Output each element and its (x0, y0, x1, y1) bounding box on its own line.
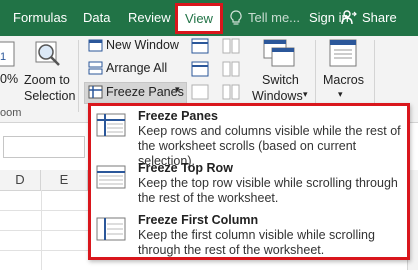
arrange-all-button[interactable]: Arrange All (106, 61, 167, 75)
gridline (41, 190, 42, 270)
view-side-by-side-icon (222, 38, 240, 54)
tab-view[interactable]: View (175, 3, 223, 34)
menu-item-freeze-first-column[interactable]: Freeze First Column Keep the first colum… (91, 210, 407, 258)
zoom-to-selection-icon[interactable] (33, 39, 63, 69)
ribbon-separator (374, 40, 375, 112)
share-button[interactable]: Share (362, 0, 397, 36)
gridline (0, 250, 90, 251)
macros-icon[interactable] (327, 38, 361, 70)
gridline (0, 210, 90, 211)
freeze-panes-label: Freeze Panes (106, 85, 184, 99)
tell-me-search[interactable]: Tell me... (248, 0, 300, 36)
freeze-first-column-icon (96, 217, 126, 241)
tab-formulas[interactable]: Formulas (13, 0, 67, 36)
share-person-icon[interactable] (341, 9, 357, 25)
zoom-100-icon[interactable]: 1 (0, 40, 16, 70)
unhide-window-icon (191, 84, 209, 100)
menu-item-description: Keep the top row visible while scrolling… (138, 176, 398, 205)
column-header-e[interactable]: E (41, 170, 88, 191)
new-window-button[interactable]: New Window (106, 38, 179, 52)
switch-windows-label-2[interactable]: Windows (252, 89, 303, 103)
hide-window-icon[interactable] (191, 61, 209, 77)
tab-data[interactable]: Data (83, 0, 110, 36)
freeze-top-row-icon (96, 165, 126, 189)
menu-item-freeze-top-row[interactable]: Freeze Top Row Keep the top row visible … (91, 158, 407, 206)
synchronous-scrolling-icon (222, 61, 240, 77)
switch-windows-icon[interactable] (262, 38, 296, 70)
column-header-d[interactable]: D (0, 170, 41, 191)
menu-item-freeze-panes[interactable]: Freeze Panes Keep rows and columns visib… (91, 106, 407, 168)
zoom-to-selection-label-1[interactable]: Zoom to (24, 73, 70, 87)
new-window-icon[interactable] (88, 38, 103, 52)
chevron-down-icon: ▾ (175, 84, 180, 94)
tab-review[interactable]: Review (128, 0, 171, 36)
chevron-down-icon: ▾ (338, 89, 343, 99)
name-box[interactable] (3, 136, 85, 158)
zoom-to-selection-label-2[interactable]: Selection (24, 89, 75, 103)
freeze-panes-icon (88, 85, 103, 99)
menu-item-title: Freeze Panes (138, 109, 218, 123)
macros-label[interactable]: Macros (323, 73, 364, 87)
menu-item-title: Freeze First Column (138, 213, 259, 227)
gridline (0, 230, 90, 231)
menu-item-description: Keep the first column visible while scro… (138, 228, 375, 257)
ribbon-tab-bar: Formulas Data Review View Tell me... Sig… (0, 0, 418, 36)
freeze-panes-menu: Freeze Panes Keep rows and columns visib… (88, 103, 410, 260)
zoom-percent-label: 0% (0, 72, 19, 86)
zoom-group-label: oom (0, 107, 22, 119)
switch-windows-label-1[interactable]: Switch (262, 73, 299, 87)
ribbon-separator (315, 40, 316, 112)
reset-window-position-icon (222, 84, 240, 100)
freeze-panes-icon (96, 113, 126, 137)
ribbon-separator (78, 40, 79, 112)
lightbulb-icon (230, 10, 242, 25)
arrange-all-icon[interactable] (88, 61, 103, 75)
menu-item-title: Freeze Top Row (138, 161, 233, 175)
split-icon[interactable] (191, 38, 209, 54)
chevron-down-icon: ▾ (303, 89, 308, 99)
svg-text:1: 1 (0, 51, 6, 63)
